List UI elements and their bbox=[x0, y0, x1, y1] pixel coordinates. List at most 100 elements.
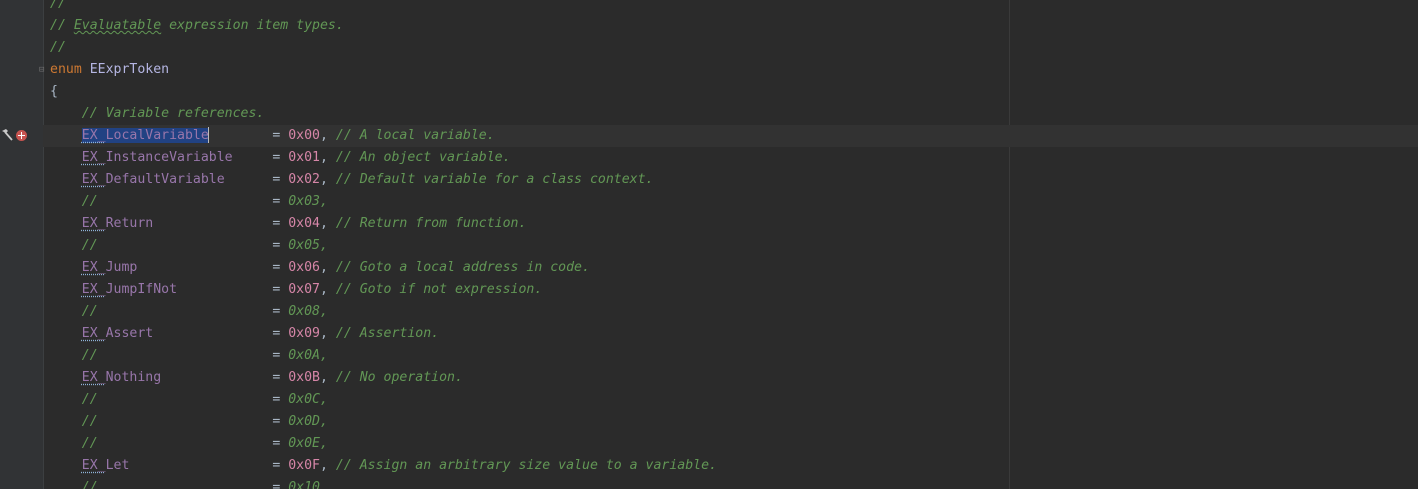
enum-constant[interactable]: EX_InstanceVariable bbox=[82, 150, 233, 165]
fold-icon[interactable]: ⊟ bbox=[39, 66, 46, 75]
enum-prefix: EX_ bbox=[81, 260, 106, 275]
code-lines[interactable]: //// Evaluatable expression item types. /… bbox=[43, 0, 1418, 489]
enum-constant[interactable]: EX_LocalVariable bbox=[81, 128, 209, 143]
code-line[interactable]: // = 0x0E, bbox=[50, 433, 1418, 455]
enum-prefix: EX_ bbox=[81, 172, 106, 187]
code-comment: // bbox=[81, 414, 98, 429]
separator: , bbox=[319, 172, 336, 187]
code-line[interactable]: // Variable references. bbox=[50, 103, 1418, 125]
hammer-icon[interactable] bbox=[0, 128, 14, 142]
code-comment: // Assertion. bbox=[335, 326, 440, 341]
code-comment: // bbox=[81, 480, 98, 489]
enum-constant[interactable]: EX_Return bbox=[82, 216, 153, 231]
enum-constant[interactable]: EX_Jump bbox=[82, 260, 138, 275]
hex-value: 0x02 bbox=[288, 172, 320, 187]
code-line[interactable]: // Evaluatable expression item types. bbox=[50, 15, 1418, 37]
enum-prefix: EX_ bbox=[81, 216, 106, 231]
enum-prefix: EX_ bbox=[81, 150, 106, 165]
code-comment: // Assign an arbitrary size value to a v… bbox=[335, 458, 717, 473]
enum-name: EExprToken bbox=[89, 62, 170, 77]
hex-value: 0x04 bbox=[288, 216, 320, 231]
code-comment: // No operation. bbox=[335, 370, 463, 385]
code-line[interactable]: // bbox=[50, 37, 1418, 59]
code-line[interactable]: EX_JumpIfNot = 0x07, // Goto if not expr… bbox=[50, 279, 1418, 301]
hex-value: 0x0D, bbox=[288, 414, 328, 429]
code-comment: // bbox=[50, 40, 66, 55]
code-line[interactable]: // = 0x0D, bbox=[50, 411, 1418, 433]
enum-constant-name: Return bbox=[105, 216, 154, 231]
code-line[interactable]: // = 0x08, bbox=[50, 301, 1418, 323]
code-comment: // Goto if not expression. bbox=[335, 282, 543, 297]
hex-value: 0x09 bbox=[288, 326, 320, 341]
separator: , bbox=[319, 128, 336, 143]
separator: , bbox=[319, 370, 336, 385]
code-line[interactable]: EX_DefaultVariable = 0x02, // Default va… bbox=[50, 169, 1418, 191]
code-comment: // bbox=[81, 436, 98, 451]
code-line[interactable]: // = 0x0C, bbox=[50, 389, 1418, 411]
code-comment: // bbox=[50, 18, 74, 33]
enum-constant-name: DefaultVariable bbox=[105, 172, 225, 187]
hex-value: 0x08, bbox=[288, 304, 328, 319]
code-comment: expression item types. bbox=[161, 18, 344, 33]
code-comment: // bbox=[81, 392, 98, 407]
enum-constant[interactable]: EX_DefaultVariable bbox=[82, 172, 225, 187]
hex-value: 0x0E, bbox=[288, 436, 328, 451]
enum-constant[interactable]: EX_Nothing bbox=[82, 370, 161, 385]
code-comment: // bbox=[81, 304, 98, 319]
hex-value: 0x01 bbox=[288, 150, 320, 165]
enum-constant-name: LocalVariable bbox=[105, 128, 209, 143]
code-comment: // bbox=[50, 0, 66, 11]
code-line[interactable]: { bbox=[50, 81, 1418, 103]
enum-constant-name: InstanceVariable bbox=[105, 150, 233, 165]
spelling-warning: Evaluatable bbox=[73, 18, 162, 33]
code-line[interactable]: EX_Nothing = 0x0B, // No operation. bbox=[50, 367, 1418, 389]
code-comment: // Goto a local address in code. bbox=[335, 260, 590, 275]
enum-constant[interactable]: EX_JumpIfNot bbox=[82, 282, 177, 297]
code-line[interactable]: EX_Let = 0x0F, // Assign an arbitrary si… bbox=[50, 455, 1418, 477]
separator: , bbox=[319, 458, 336, 473]
add-breakpoint-icon[interactable] bbox=[16, 130, 27, 141]
separator: , bbox=[319, 216, 336, 231]
editor-gutter[interactable]: ⊟ bbox=[0, 0, 44, 489]
code-comment: // bbox=[81, 194, 98, 209]
code-comment: // Return from function. bbox=[335, 216, 527, 231]
enum-prefix: EX_ bbox=[81, 282, 106, 297]
enum-constant[interactable]: EX_Let bbox=[82, 458, 130, 473]
enum-keyword: enum bbox=[50, 62, 82, 77]
brace: { bbox=[50, 84, 58, 99]
separator: , bbox=[319, 150, 336, 165]
enum-prefix: EX_ bbox=[81, 458, 106, 473]
enum-constant[interactable]: EX_Assert bbox=[82, 326, 153, 341]
code-line[interactable]: EX_Assert = 0x09, // Assertion. bbox=[50, 323, 1418, 345]
hex-value: 0x10, bbox=[288, 480, 328, 489]
code-line[interactable]: EX_InstanceVariable = 0x01, // An object… bbox=[50, 147, 1418, 169]
enum-constant-name: Nothing bbox=[105, 370, 162, 385]
enum-prefix: EX_ bbox=[81, 326, 106, 341]
code-line[interactable]: // = 0x10, bbox=[50, 477, 1418, 489]
enum-constant-name: Jump bbox=[105, 260, 138, 275]
code-line[interactable]: EX_LocalVariable = 0x00, // A local vari… bbox=[43, 125, 1418, 147]
separator: , bbox=[319, 260, 336, 275]
code-line[interactable]: EX_Return = 0x04, // Return from functio… bbox=[50, 213, 1418, 235]
separator: , bbox=[319, 326, 336, 341]
hex-value: 0x06 bbox=[288, 260, 320, 275]
text-caret bbox=[207, 127, 209, 143]
hex-value: 0x03, bbox=[288, 194, 328, 209]
hex-value: 0x0C, bbox=[288, 392, 328, 407]
code-comment: // bbox=[81, 238, 98, 253]
code-line[interactable]: // bbox=[50, 0, 1418, 15]
code-line[interactable]: enum EExprToken bbox=[50, 59, 1418, 81]
code-line[interactable]: EX_Jump = 0x06, // Goto a local address … bbox=[50, 257, 1418, 279]
separator: , bbox=[319, 282, 336, 297]
hex-value: 0x07 bbox=[288, 282, 320, 297]
hex-value: 0x0F bbox=[288, 458, 320, 473]
code-comment: // Variable references. bbox=[81, 106, 265, 121]
hex-value: 0x0A, bbox=[288, 348, 328, 363]
code-line[interactable]: // = 0x03, bbox=[50, 191, 1418, 213]
code-comment: // Default variable for a class context. bbox=[335, 172, 654, 187]
code-editor[interactable]: ⊟ //// Evaluatable expression item types… bbox=[0, 0, 1418, 489]
code-comment: // A local variable. bbox=[335, 128, 495, 143]
code-line[interactable]: // = 0x05, bbox=[50, 235, 1418, 257]
enum-prefix: EX_ bbox=[81, 128, 106, 143]
code-line[interactable]: // = 0x0A, bbox=[50, 345, 1418, 367]
